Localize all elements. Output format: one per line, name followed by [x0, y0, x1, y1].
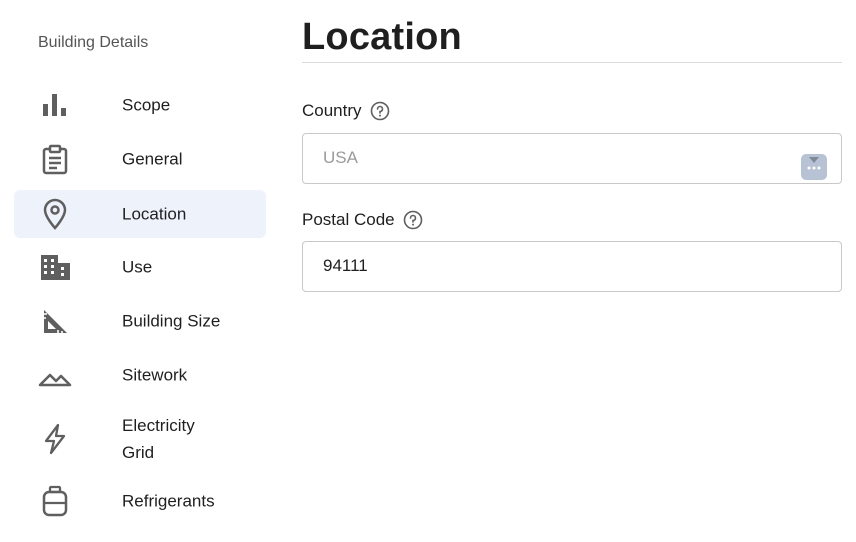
country-label-text: Country [302, 101, 362, 120]
postal-code-value: 94111 [323, 256, 368, 275]
bar-chart-icon [38, 88, 72, 122]
help-icon[interactable] [370, 101, 390, 121]
sidebar-item-label: Refrigerants [122, 491, 215, 511]
sidebar: Building Details Scope General Location … [0, 0, 280, 542]
sidebar-item-refrigerants[interactable]: Refrigerants [14, 477, 266, 525]
sidebar-item-label: Building Size [122, 311, 221, 331]
dropdown-toggle-icon[interactable] [801, 154, 827, 180]
postal-code-label-text: Postal Code [302, 210, 395, 229]
sidebar-item-scope[interactable]: Scope [14, 81, 266, 129]
tank-icon [38, 484, 72, 518]
sidebar-item-label: Use [122, 257, 153, 277]
help-icon[interactable] [403, 210, 423, 230]
country-label: Country [302, 101, 390, 121]
postal-code-label: Postal Code [302, 210, 423, 230]
sidebar-item-building-size[interactable]: Building Size [14, 297, 266, 345]
clipboard-icon [38, 142, 72, 176]
sidebar-item-label: Scope [122, 95, 171, 115]
sidebar-heading: Building Details [38, 34, 149, 51]
postal-code-input[interactable]: 94111 [302, 241, 842, 292]
building-icon [38, 250, 72, 284]
sidebar-item-label: General [122, 149, 183, 169]
map-pin-icon [38, 197, 72, 231]
sidebar-item-label: Electricity Grid [122, 416, 195, 462]
mountains-icon [38, 358, 72, 392]
sidebar-item-location[interactable]: Location [14, 190, 266, 238]
sidebar-item-electricity-grid[interactable]: Electricity Grid [14, 405, 266, 473]
sidebar-item-sitework[interactable]: Sitework [14, 351, 266, 399]
sidebar-item-general[interactable]: General [14, 135, 266, 183]
title-divider [302, 62, 842, 63]
sidebar-item-use[interactable]: Use [14, 243, 266, 291]
page-title: Location [302, 16, 462, 58]
lightning-icon [38, 422, 72, 456]
triangle-ruler-icon [38, 304, 72, 338]
sidebar-item-label: Sitework [122, 365, 188, 385]
sidebar-item-label: Location [122, 204, 187, 224]
country-select[interactable]: USA [302, 133, 842, 184]
country-placeholder: USA [323, 148, 358, 167]
